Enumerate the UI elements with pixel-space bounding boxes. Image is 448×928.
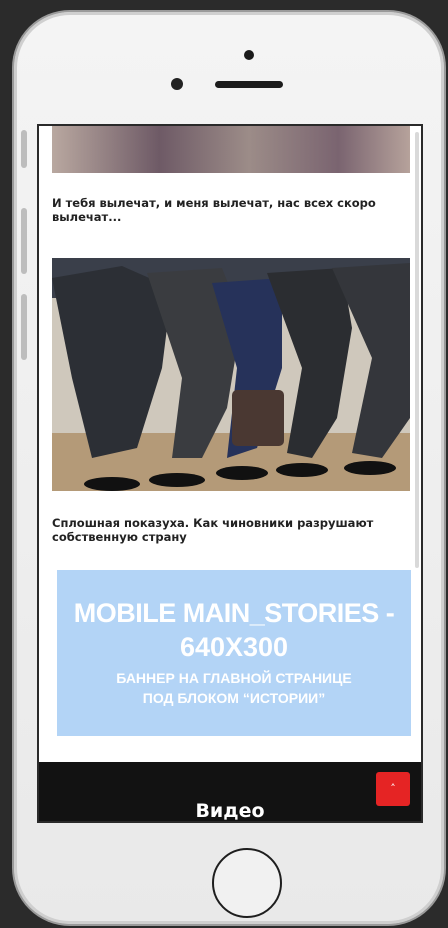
home-button[interactable] [212, 848, 282, 918]
scrollbar[interactable] [415, 132, 419, 568]
earpiece-speaker [215, 81, 283, 88]
article-image-officials[interactable] [52, 258, 410, 491]
officials-photo [52, 258, 410, 491]
video-section-title: Видео [195, 800, 265, 822]
chevron-up-icon: ˄ [390, 782, 396, 795]
article-image-top[interactable] [52, 126, 410, 173]
banner-line-1: MOBILE MAIN_STORIES - [73, 598, 395, 628]
article-title-2[interactable]: Сплошная показуха. Как чиновники разруша… [52, 516, 392, 544]
phone-screen: И тебя вылечат, и меня вылечат, нас всех… [37, 124, 423, 823]
mute-switch [21, 130, 27, 168]
article-title-1[interactable]: И тебя вылечат, и меня вылечат, нас всех… [52, 196, 392, 224]
proximity-sensor [244, 50, 254, 60]
volume-down-button [21, 294, 27, 360]
video-section: ˄ Видео [39, 762, 421, 822]
ad-banner-placeholder[interactable]: MOBILE MAIN_STORIES - 640X300 БАННЕР НА … [57, 570, 411, 736]
volume-up-button [21, 208, 27, 274]
front-camera [171, 78, 183, 90]
banner-line-2: 640X300 [179, 632, 289, 662]
banner-line-4: ПОД БЛОКОМ “ИСТОРИИ” [142, 690, 326, 706]
banner-line-3: БАННЕР НА ГЛАВНОЙ СТРАНИЦЕ [116, 670, 352, 686]
